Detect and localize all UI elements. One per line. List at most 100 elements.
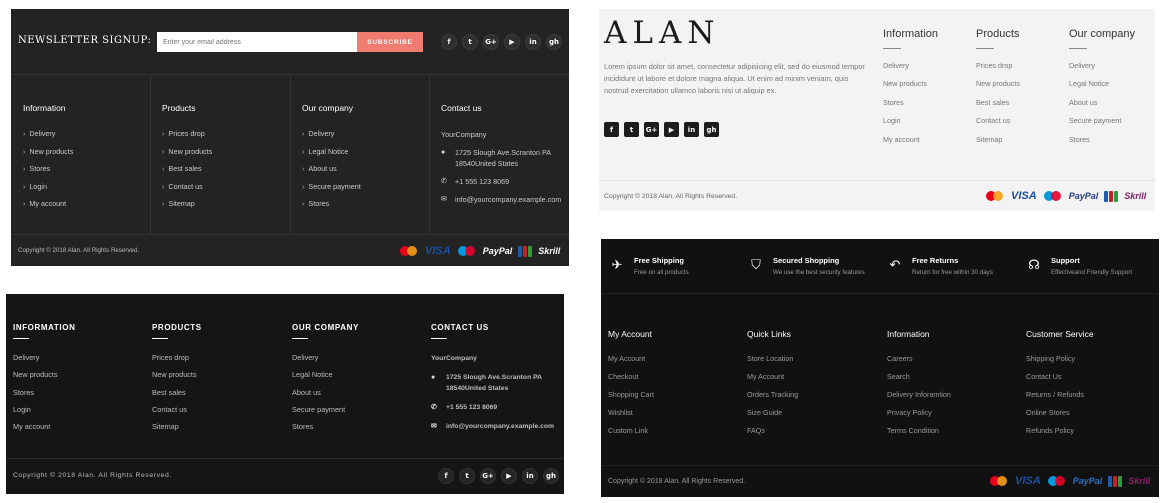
footer-link[interactable]: Legal Notice [1069, 79, 1159, 88]
footer-link[interactable]: Secure payment [1069, 116, 1159, 125]
title-underline [152, 338, 168, 339]
footer-link[interactable]: Best sales [976, 98, 1066, 107]
footer-link[interactable]: Stores [23, 164, 158, 173]
footer-link[interactable]: Wishlist [608, 408, 743, 417]
footer-link[interactable]: New products [883, 79, 973, 88]
footer-link[interactable]: Custom Link [608, 426, 743, 435]
google-plus-icon[interactable]: G+ [644, 122, 659, 137]
footer-link[interactable]: Stores [292, 422, 427, 431]
footer-link[interactable]: Size Guide [747, 408, 882, 417]
footer-link[interactable]: Stores [13, 388, 148, 397]
footer-link[interactable]: Login [883, 116, 973, 125]
footer-link[interactable]: About us [302, 164, 437, 173]
facebook-icon[interactable]: f [441, 34, 457, 50]
footer-link[interactable]: Orders Tracking [747, 390, 882, 399]
maestro-icon [457, 245, 477, 257]
twitter-icon[interactable]: t [624, 122, 639, 137]
footer-link[interactable]: Refunds Policy [1026, 426, 1160, 435]
footer-link[interactable]: Prices drop [162, 129, 297, 138]
feature-secured-shopping: ⛉ Secured Shopping We use the best securi… [747, 256, 887, 276]
footer-link[interactable]: Stores [302, 199, 437, 208]
footer-link[interactable]: New products [23, 147, 158, 156]
google-plus-icon[interactable]: G+ [480, 468, 496, 484]
footer-link[interactable]: My account [23, 199, 158, 208]
column-title: Customer Service [1026, 329, 1094, 339]
linkedin-icon[interactable]: in [522, 468, 538, 484]
feature-title: Secured Shopping [773, 256, 840, 265]
footer-link[interactable]: Delivery [292, 353, 427, 362]
footer-link[interactable]: Stores [883, 98, 973, 107]
footer-link[interactable]: My account [13, 422, 148, 431]
jcb-icon [1104, 190, 1119, 202]
twitter-icon[interactable]: t [462, 34, 478, 50]
footer-link[interactable]: My Account [608, 354, 743, 363]
footer-link[interactable]: Careers [887, 354, 1022, 363]
footer-link[interactable]: Secure payment [302, 182, 437, 191]
footer-link[interactable]: Best sales [152, 388, 287, 397]
phone: ✆ +1 555 123 8069 [431, 404, 498, 411]
github-icon[interactable]: gh [546, 34, 562, 50]
footer-link[interactable]: Sitemap [152, 422, 287, 431]
footer-link[interactable]: Best sales [162, 164, 297, 173]
footer-link[interactable]: Returns / Refunds [1026, 390, 1160, 399]
footer-link[interactable]: Delivery [1069, 61, 1159, 70]
footer-link[interactable]: Stores [1069, 135, 1159, 144]
footer-link[interactable]: New products [162, 147, 297, 156]
footer-link[interactable]: Shipping Policy [1026, 354, 1160, 363]
footer-link[interactable]: Prices drop [976, 61, 1066, 70]
paypal-icon: PayPal [1072, 476, 1103, 486]
footer-link[interactable]: Login [13, 405, 148, 414]
brand-logo[interactable]: ALAN [604, 15, 721, 51]
title-underline [1069, 48, 1087, 49]
footer-link[interactable]: Contact us [152, 405, 287, 414]
footer-link[interactable]: Checkout [608, 372, 743, 381]
footer-link[interactable]: New products [152, 370, 287, 379]
youtube-icon[interactable]: ▶ [664, 122, 679, 137]
linkedin-icon[interactable]: in [525, 34, 541, 50]
footer-link[interactable]: Contact us [976, 116, 1066, 125]
footer-link[interactable]: Login [23, 182, 158, 191]
twitter-icon[interactable]: t [459, 468, 475, 484]
footer-column-our-company: Our company Delivery Legal Notice About … [1069, 28, 1159, 153]
email[interactable]: ✉ info@yourcompany.example.com [431, 421, 561, 432]
footer-link[interactable]: FAQs [747, 426, 882, 435]
footer-link[interactable]: Delivery [883, 61, 973, 70]
footer-link[interactable]: About us [1069, 98, 1159, 107]
footer-link[interactable]: Contact us [162, 182, 297, 191]
youtube-icon[interactable]: ▶ [504, 34, 520, 50]
footer-link[interactable]: Delivery [13, 353, 148, 362]
footer-link[interactable]: Delivery [23, 129, 158, 138]
linkedin-icon[interactable]: in [684, 122, 699, 137]
footer-link[interactable]: New products [13, 370, 148, 379]
footer-link[interactable]: Sitemap [976, 135, 1066, 144]
facebook-icon[interactable]: f [438, 468, 454, 484]
youtube-icon[interactable]: ▶ [501, 468, 517, 484]
skrill-icon: Skrill [1124, 191, 1147, 201]
footer-link[interactable]: New products [976, 79, 1066, 88]
footer-link[interactable]: Privacy Policy [887, 408, 1022, 417]
footer-link[interactable]: My Account [747, 372, 882, 381]
footer-link[interactable]: Search [887, 372, 1022, 381]
footer-link[interactable]: Shopping Cart [608, 390, 743, 399]
footer-link[interactable]: Delivery Inforamtion [887, 390, 1022, 399]
github-icon[interactable]: gh [704, 122, 719, 137]
subscribe-button[interactable]: SUBSCRIBE [357, 32, 423, 52]
footer-link[interactable]: My account [883, 135, 973, 144]
google-plus-icon[interactable]: G+ [483, 34, 499, 50]
footer-link[interactable]: Secure payment [292, 405, 427, 414]
footer-link[interactable]: Store Location [747, 354, 882, 363]
footer-link[interactable]: Legal Notice [292, 370, 427, 379]
footer-link[interactable]: Sitemap [162, 199, 297, 208]
footer-link[interactable]: Online Stores [1026, 408, 1160, 417]
footer-link[interactable]: Legal Notice [302, 147, 437, 156]
footer-link[interactable]: About us [292, 388, 427, 397]
facebook-icon[interactable]: f [604, 122, 619, 137]
footer-link[interactable]: Delivery [302, 129, 437, 138]
github-icon[interactable]: gh [543, 468, 559, 484]
footer-link[interactable]: Prices drop [152, 353, 287, 362]
footer-link[interactable]: Contact Us [1026, 372, 1160, 381]
newsletter-email-input[interactable] [157, 32, 357, 52]
email[interactable]: ✉ info@yourcompany.example.com [441, 194, 569, 205]
brand-description: Lorem ipsum dolor sit amet, consectetur … [604, 62, 865, 95]
footer-link[interactable]: Terms Condition [887, 426, 1022, 435]
